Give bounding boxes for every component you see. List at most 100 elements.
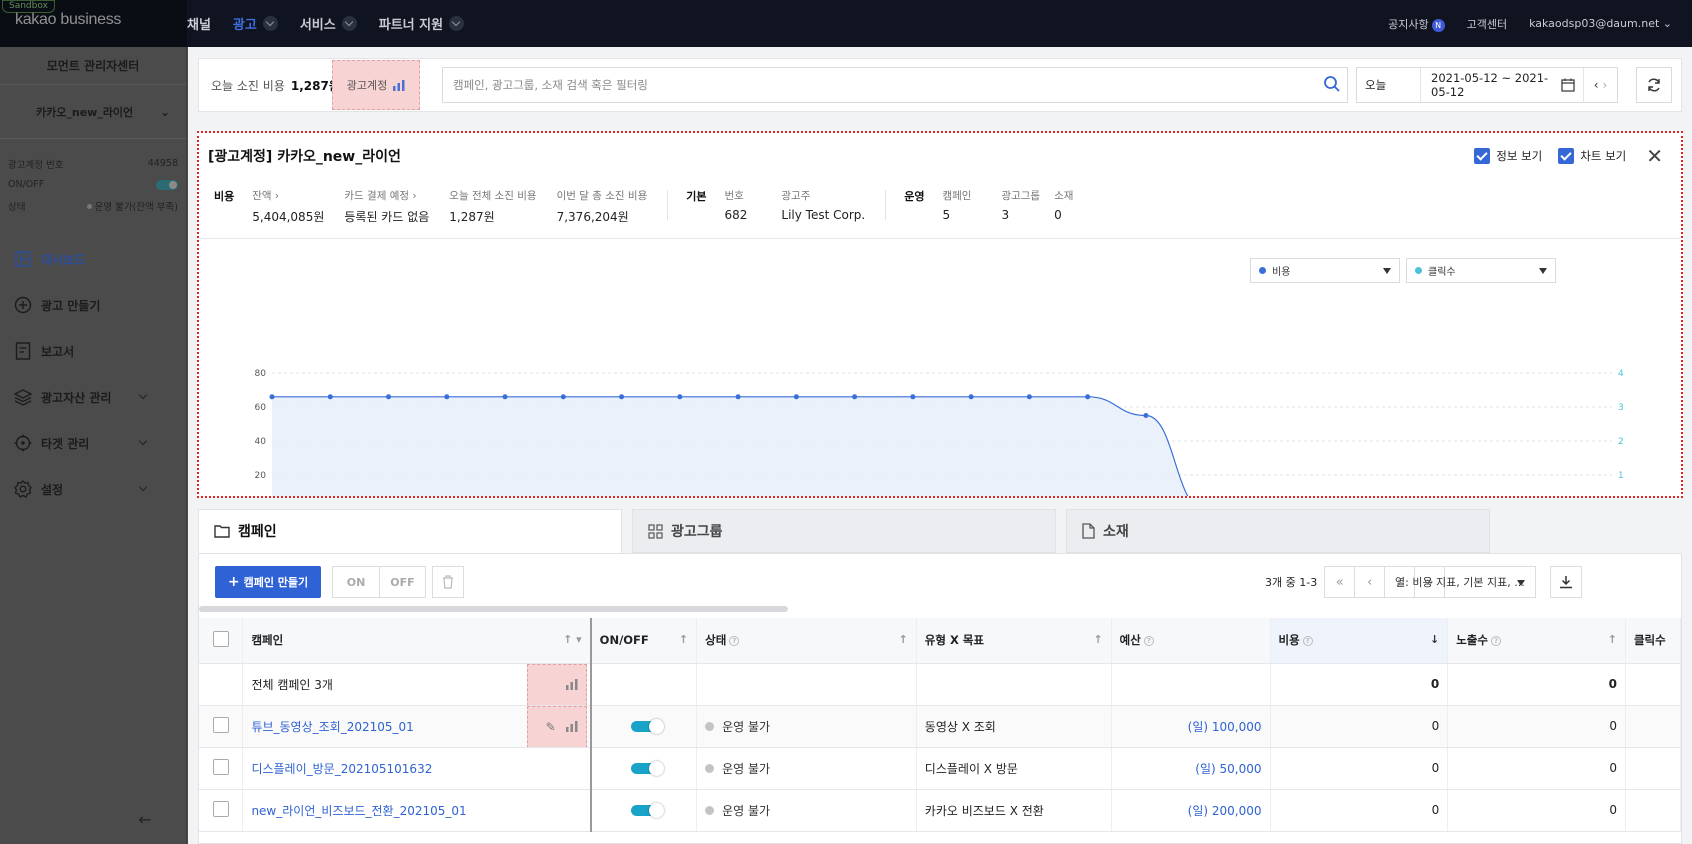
account-onoff-toggle[interactable] bbox=[156, 179, 178, 190]
sidebar-item-dashboard[interactable]: 대시보드 bbox=[0, 236, 186, 282]
campaign-onoff-toggle[interactable] bbox=[630, 761, 664, 776]
sort-icon[interactable]: ↑ bbox=[899, 633, 908, 646]
horizontal-scrollbar[interactable] bbox=[199, 606, 788, 612]
nav-partner[interactable]: 파트너 지원 bbox=[378, 14, 465, 33]
nav-service[interactable]: 서비스 bbox=[300, 14, 357, 33]
nav-label: 파트너 지원 bbox=[378, 18, 444, 33]
caret-down-icon: ⌄ bbox=[1662, 17, 1672, 30]
first-page-icon[interactable]: « bbox=[1324, 566, 1356, 598]
row-checkbox[interactable] bbox=[212, 800, 229, 817]
chevron-left-icon[interactable]: ‹ bbox=[1594, 78, 1599, 92]
col-status[interactable]: 상태? ↑ bbox=[696, 618, 917, 664]
budget-cell[interactable]: (일) 100,000 bbox=[1111, 705, 1271, 748]
column-select[interactable]: 열: 비용 지표, 기본 지표, ... bbox=[1384, 566, 1536, 598]
sidebar-item-settings[interactable]: 설정 bbox=[0, 466, 186, 512]
help-icon[interactable]: ? bbox=[1302, 636, 1313, 647]
sidebar-item-asset[interactable]: 광고자산 관리 bbox=[0, 374, 186, 420]
off-button[interactable]: OFF bbox=[379, 567, 425, 597]
campaign-onoff-toggle[interactable] bbox=[630, 803, 664, 818]
calendar-icon[interactable] bbox=[1561, 78, 1575, 92]
table-cell bbox=[1111, 663, 1271, 706]
nav-ads[interactable]: 광고 bbox=[233, 14, 278, 33]
status-cell: 운영 불가 bbox=[696, 789, 917, 832]
col-budget[interactable]: 예산? bbox=[1111, 618, 1271, 664]
col-campaign[interactable]: 캠페인 ↑ ▾ bbox=[242, 618, 592, 664]
file-icon bbox=[1082, 523, 1095, 539]
help-icon[interactable]: ? bbox=[729, 636, 740, 647]
date-range[interactable]: 2021-05-12 ~ 2021-05-12 bbox=[1421, 71, 1561, 99]
delete-button[interactable] bbox=[432, 566, 464, 598]
nav-channel[interactable]: 채널 bbox=[187, 14, 211, 33]
point-cost bbox=[793, 394, 799, 400]
col-impressions[interactable]: 노출수? ↑ bbox=[1447, 618, 1626, 664]
notice-link[interactable]: 공지사항 N bbox=[1388, 16, 1445, 32]
search-input[interactable]: 캠페인, 광고그룹, 소재 검색 혹은 필터링 bbox=[442, 67, 1348, 103]
account-dashboard-panel: [광고계정] 카카오_new_라이언 정보 보기 차트 보기 ✕ 비용 잔액 ›… bbox=[197, 131, 1683, 498]
campaign-link[interactable]: 디스플레이_방문_202105101632 bbox=[251, 762, 432, 776]
date-preset-select[interactable]: 오늘 bbox=[1357, 68, 1421, 102]
sidebar-menu: 대시보드 광고 만들기 보고서 광고자산 관리 타겟 관리 설정 bbox=[0, 236, 186, 512]
tab-creative[interactable]: 소재 bbox=[1066, 509, 1490, 553]
sidebar-item-label: 설정 bbox=[41, 482, 64, 497]
search-icon[interactable] bbox=[1323, 75, 1341, 93]
sort-icon[interactable]: ↑ ▾ bbox=[563, 633, 582, 646]
col-clicks[interactable]: 클릭수 bbox=[1625, 618, 1682, 664]
sort-icon[interactable]: ↑ bbox=[1093, 633, 1102, 646]
table-cell bbox=[1625, 789, 1682, 832]
account-selector[interactable]: 카카오_new_라이언 ⌄ bbox=[0, 85, 186, 139]
select-all-checkbox[interactable] bbox=[212, 630, 229, 647]
row-checkbox[interactable] bbox=[212, 716, 229, 733]
sidebar-item-label: 타겟 관리 bbox=[41, 436, 90, 451]
campaign-onoff-toggle[interactable] bbox=[630, 719, 664, 734]
total-row: 전체 캠페인 3개 0 0 bbox=[199, 663, 1682, 706]
sort-icon[interactable]: ↑ bbox=[1608, 633, 1617, 646]
sort-icon[interactable]: ↑ bbox=[679, 633, 688, 646]
row-checkbox[interactable] bbox=[212, 758, 229, 775]
sidebar-item-report[interactable]: 보고서 bbox=[0, 328, 186, 374]
chip-label: 광고계정 bbox=[346, 79, 388, 92]
col-onoff-label: ON/OFF bbox=[599, 633, 649, 648]
table-row: 튜브_동영상_조회_202105_01 ✎ 운영 불가 동영상 X 조회 (일)… bbox=[199, 705, 1682, 748]
col-onoff[interactable]: ON/OFF ↑ bbox=[590, 618, 698, 664]
col-cost[interactable]: 비용? ↓ bbox=[1270, 618, 1449, 664]
campaign-link[interactable]: new_라이언_비즈보드_전환_202105_01 bbox=[251, 804, 466, 818]
help-icon[interactable]: ? bbox=[1143, 636, 1154, 647]
bar-chart-icon[interactable] bbox=[565, 721, 578, 732]
date-picker[interactable]: 오늘 2021-05-12 ~ 2021-05-12 ‹ › bbox=[1356, 67, 1618, 103]
tab-adgroup[interactable]: 광고그룹 bbox=[632, 509, 1056, 553]
create-campaign-button[interactable]: + 캠페인 만들기 bbox=[215, 566, 321, 598]
on-button[interactable]: ON bbox=[333, 567, 379, 597]
download-button[interactable] bbox=[1550, 566, 1582, 598]
tab-campaign[interactable]: 캠페인 bbox=[198, 509, 622, 553]
chevron-right-icon[interactable]: › bbox=[1603, 78, 1608, 92]
point-cost bbox=[560, 394, 566, 400]
campaign-name-cell: 디스플레이_방문_202105101632 bbox=[242, 747, 592, 790]
user-menu[interactable]: kakaodsp03@daum.net ⌄ bbox=[1529, 17, 1672, 30]
total-chart-highlight[interactable] bbox=[526, 663, 587, 704]
support-link[interactable]: 고객센터 bbox=[1467, 16, 1507, 32]
sort-desc-icon[interactable]: ↓ bbox=[1430, 633, 1439, 646]
tab-label: 소재 bbox=[1103, 524, 1129, 540]
col-clicks-label: 클릭수 bbox=[1633, 633, 1666, 648]
sidebar-item-create-ad[interactable]: 광고 만들기 bbox=[0, 282, 186, 328]
onoff-cell bbox=[590, 747, 698, 790]
prev-page-icon[interactable]: ‹ bbox=[1354, 566, 1386, 598]
pencil-icon[interactable]: ✎ bbox=[546, 720, 556, 734]
refresh-button[interactable] bbox=[1636, 67, 1672, 103]
campaign-link[interactable]: 튜브_동영상_조회_202105_01 bbox=[251, 720, 413, 734]
col-impressions-label: 노출수 bbox=[1456, 633, 1488, 648]
col-type-label: 유형 X 목표 bbox=[924, 633, 984, 648]
collapse-sidebar-arrow-icon[interactable]: ← bbox=[133, 810, 157, 834]
download-icon bbox=[1560, 576, 1572, 589]
table-cell bbox=[590, 663, 698, 706]
trash-icon bbox=[443, 575, 453, 589]
select-all-checkbox-cell bbox=[199, 618, 244, 664]
point-cost bbox=[852, 394, 858, 400]
type-cell: 디스플레이 X 방문 bbox=[916, 747, 1112, 790]
col-type[interactable]: 유형 X 목표 ↑ bbox=[916, 618, 1112, 664]
sidebar-item-target[interactable]: 타겟 관리 bbox=[0, 420, 186, 466]
budget-cell[interactable]: (일) 50,000 bbox=[1111, 747, 1271, 790]
budget-cell[interactable]: (일) 200,000 bbox=[1111, 789, 1271, 832]
help-icon[interactable]: ? bbox=[1490, 636, 1501, 647]
account-chart-chip[interactable]: 광고계정 bbox=[332, 60, 420, 110]
